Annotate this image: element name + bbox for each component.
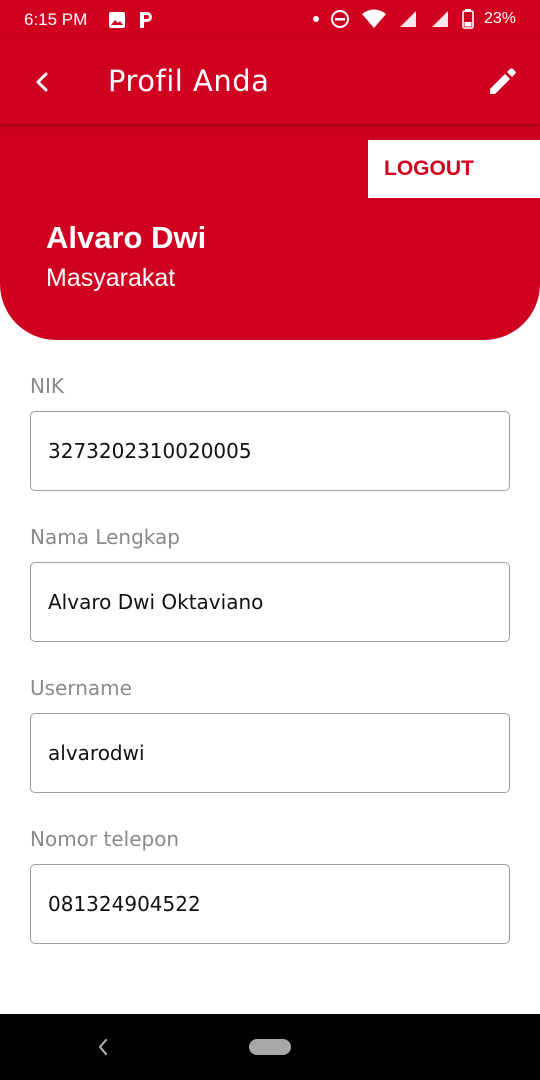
logout-button[interactable]: LOGOUT [368,140,540,198]
pencil-icon [490,68,516,94]
p-app-icon [140,12,152,28]
dot-icon [312,16,319,22]
phone-field[interactable] [30,864,510,944]
nav-home-pill[interactable] [249,1039,291,1055]
status-system-icons: 23% [312,9,516,29]
system-nav-bar [0,1014,540,1080]
battery-percent: 23% [483,10,516,27]
wifi-icon [361,9,386,28]
page-title: Profil Anda [108,64,270,98]
profile-role: Masyarakat [46,264,176,292]
profile-screen: 6:15 PM 23% Profil Anda LOGOUT Alvaro Dw… [0,0,540,1080]
username-label: Username [30,676,132,700]
signal-icon [399,11,416,27]
app-bar: Profil Anda [0,40,540,124]
image-icon [109,12,125,28]
nik-field[interactable] [30,411,510,491]
nav-back-icon [98,1038,108,1056]
nik-input[interactable] [31,412,509,490]
status-bar: 6:15 PM 23% [0,0,540,40]
username-field[interactable] [30,713,510,793]
profile-header: LOGOUT Alvaro Dwi Masyarakat [0,124,540,340]
profile-name: Alvaro Dwi [46,220,207,255]
phone-label: Nomor telepon [30,827,180,851]
fullname-field[interactable] [30,562,510,642]
back-arrow-icon [36,72,48,92]
username-input[interactable] [31,714,509,792]
signal-icon [431,11,448,27]
fullname-input[interactable] [31,563,509,641]
nik-label: NIK [30,374,64,398]
dnd-icon [330,10,349,28]
battery-icon [462,9,474,29]
status-notification-icons [108,10,154,30]
nav-back-button[interactable] [88,1032,118,1062]
back-button[interactable] [22,62,62,102]
fullname-label: Nama Lengkap [30,525,180,549]
status-time: 6:15 PM [24,10,88,29]
edit-profile-button[interactable] [482,62,522,102]
phone-input[interactable] [31,865,509,943]
